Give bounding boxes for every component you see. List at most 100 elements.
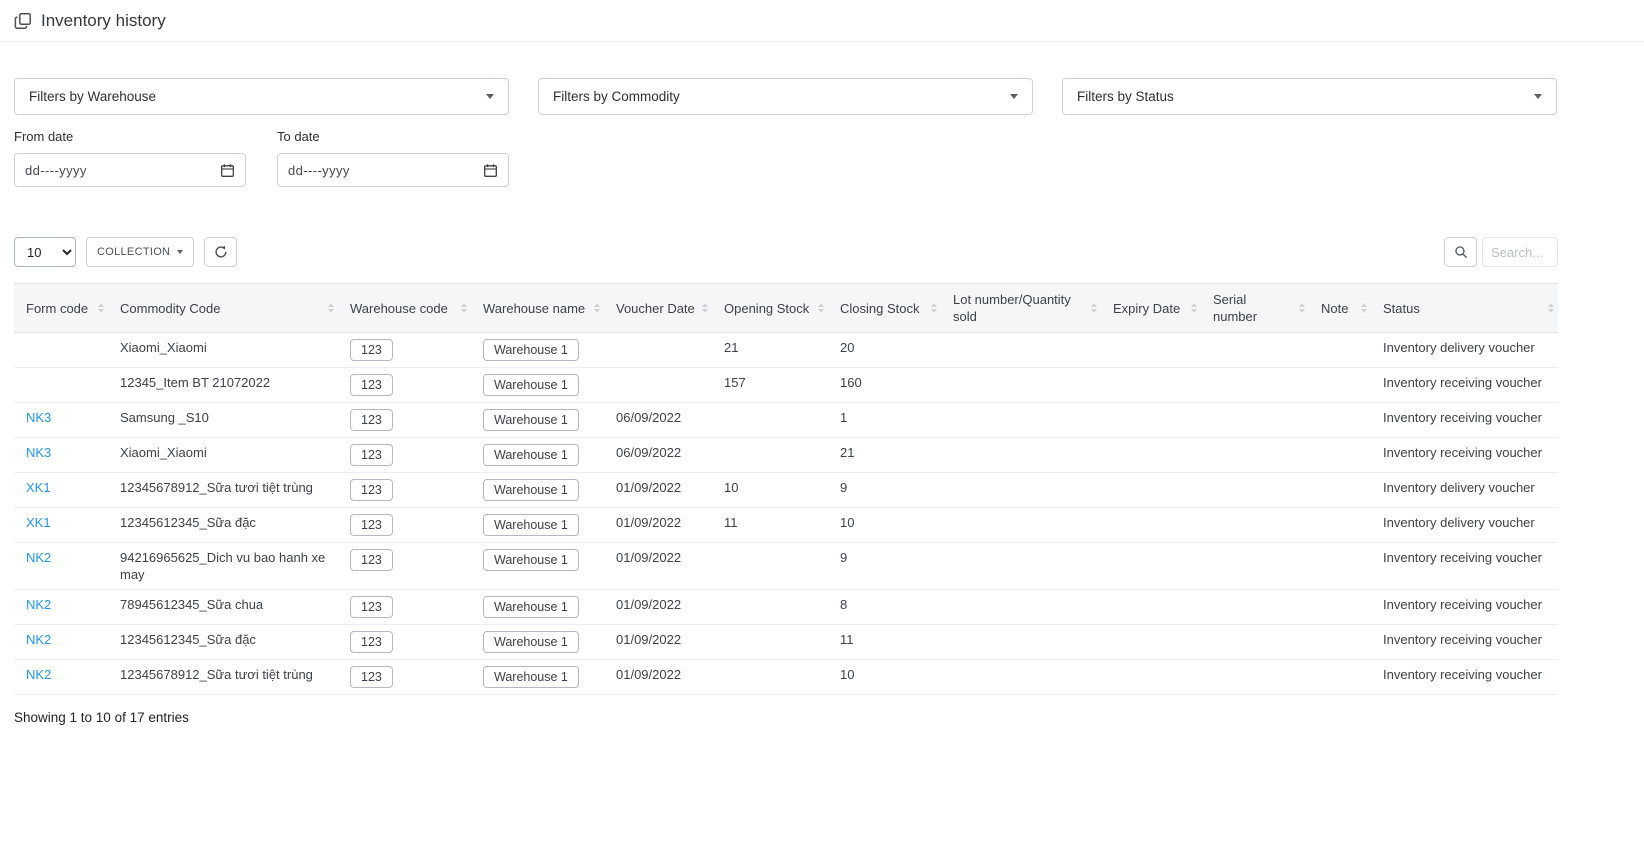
warehouse-name-button[interactable]: Warehouse 1 <box>483 374 579 396</box>
closing-stock-cell: 9 <box>828 472 941 508</box>
commodity-code-cell: 12345678912_Sữa tươi tiệt trùng <box>108 472 338 508</box>
search-input[interactable] <box>1482 237 1558 267</box>
warehouse-code-button[interactable]: 123 <box>350 479 393 501</box>
header-lot-number[interactable]: Lot number/Quantity sold <box>941 283 1101 333</box>
serial-number-cell <box>1201 659 1309 695</box>
warehouse-name-cell: Warehouse 1 <box>471 589 604 625</box>
header-label: Form code <box>26 300 89 316</box>
warehouse-code-button[interactable]: 123 <box>350 409 393 431</box>
header-form-code[interactable]: Form code <box>14 283 108 333</box>
note-cell <box>1309 589 1371 625</box>
expiry-date-cell <box>1101 472 1201 508</box>
header-opening-stock[interactable]: Opening Stock <box>712 283 828 333</box>
form-code-link[interactable]: NK3 <box>26 410 51 425</box>
form-code-cell: NK3 <box>14 437 108 473</box>
chevron-down-icon <box>1534 94 1542 99</box>
table-row: NK2 12345612345_Sữa đặc 123 Warehouse 1 … <box>14 624 1558 660</box>
expiry-date-cell <box>1101 402 1201 438</box>
lot-number-cell <box>941 472 1101 508</box>
header-warehouse-code[interactable]: Warehouse code <box>338 283 471 333</box>
status-cell: Inventory receiving voucher <box>1371 402 1558 438</box>
status-filter-select[interactable]: Filters by Status <box>1062 78 1557 115</box>
sort-arrows-icon <box>818 303 824 313</box>
warehouse-code-button[interactable]: 123 <box>350 596 393 618</box>
commodity-code-cell: 12345612345_Sữa đặc <box>108 507 338 543</box>
voucher-date-cell: 06/09/2022 <box>604 402 712 438</box>
lot-number-cell <box>941 659 1101 695</box>
page-size-select[interactable]: 10 <box>14 237 76 267</box>
calendar-icon[interactable] <box>220 163 235 178</box>
warehouse-name-cell: Warehouse 1 <box>471 472 604 508</box>
commodity-filter-select[interactable]: Filters by Commodity <box>538 78 1033 115</box>
warehouse-name-button[interactable]: Warehouse 1 <box>483 514 579 536</box>
note-cell <box>1309 659 1371 695</box>
warehouse-name-button[interactable]: Warehouse 1 <box>483 596 579 618</box>
header-expiry-date[interactable]: Expiry Date <box>1101 283 1201 333</box>
warehouse-code-button[interactable]: 123 <box>350 631 393 653</box>
header-label: Commodity Code <box>120 300 221 316</box>
commodity-code-cell: Samsung _S10 <box>108 402 338 438</box>
opening-stock-cell <box>712 624 828 660</box>
from-date-input[interactable]: dd----yyyy <box>14 153 246 187</box>
opening-stock-cell: 11 <box>712 507 828 543</box>
voucher-date-cell: 06/09/2022 <box>604 437 712 473</box>
voucher-date-cell: 01/09/2022 <box>604 589 712 625</box>
table-row: NK3 Samsung _S10 123 Warehouse 1 06/09/2… <box>14 402 1558 438</box>
form-code-link[interactable]: XK1 <box>26 480 51 495</box>
header-voucher-date[interactable]: Voucher Date <box>604 283 712 333</box>
warehouse-code-button[interactable]: 123 <box>350 666 393 688</box>
opening-stock-cell <box>712 402 828 438</box>
header-closing-stock[interactable]: Closing Stock <box>828 283 941 333</box>
form-code-link[interactable]: XK1 <box>26 515 51 530</box>
sort-arrows-icon <box>702 303 708 313</box>
header-note[interactable]: Note <box>1309 283 1371 333</box>
warehouse-name-button[interactable]: Warehouse 1 <box>483 444 579 466</box>
warehouse-code-cell: 123 <box>338 507 471 543</box>
lot-number-cell <box>941 542 1101 590</box>
form-code-link[interactable]: NK2 <box>26 550 51 565</box>
form-code-link[interactable]: NK2 <box>26 667 51 682</box>
header-status[interactable]: Status <box>1371 283 1558 333</box>
warehouse-code-button[interactable]: 123 <box>350 374 393 396</box>
form-code-cell: NK2 <box>14 624 108 660</box>
serial-number-cell <box>1201 624 1309 660</box>
voucher-date-cell: 01/09/2022 <box>604 472 712 508</box>
header-serial-number[interactable]: Serial number <box>1201 283 1309 333</box>
from-date-placeholder: dd----yyyy <box>25 162 87 178</box>
voucher-date-cell <box>604 367 712 403</box>
warehouse-code-cell: 123 <box>338 332 471 368</box>
closing-stock-cell: 11 <box>828 624 941 660</box>
lot-number-cell <box>941 437 1101 473</box>
form-code-link[interactable]: NK2 <box>26 597 51 612</box>
warehouse-code-button[interactable]: 123 <box>350 339 393 361</box>
warehouse-code-button[interactable]: 123 <box>350 549 393 571</box>
warehouse-code-button[interactable]: 123 <box>350 444 393 466</box>
header-commodity-code[interactable]: Commodity Code <box>108 283 338 333</box>
warehouse-name-button[interactable]: Warehouse 1 <box>483 479 579 501</box>
warehouse-name-button[interactable]: Warehouse 1 <box>483 339 579 361</box>
chevron-down-icon <box>486 94 494 99</box>
status-cell: Inventory receiving voucher <box>1371 659 1558 695</box>
search-button[interactable] <box>1444 237 1477 267</box>
collection-button[interactable]: COLLECTION <box>86 237 195 267</box>
warehouse-name-button[interactable]: Warehouse 1 <box>483 549 579 571</box>
form-code-link[interactable]: NK2 <box>26 632 51 647</box>
warehouse-name-button[interactable]: Warehouse 1 <box>483 631 579 653</box>
calendar-icon[interactable] <box>483 163 498 178</box>
warehouse-name-button[interactable]: Warehouse 1 <box>483 409 579 431</box>
status-cell: Inventory receiving voucher <box>1371 542 1558 590</box>
sort-arrows-icon <box>1299 303 1305 313</box>
to-date-input[interactable]: dd----yyyy <box>277 153 509 187</box>
header-label: Serial number <box>1213 292 1258 324</box>
warehouse-name-button[interactable]: Warehouse 1 <box>483 666 579 688</box>
header-warehouse-name[interactable]: Warehouse name <box>471 283 604 333</box>
to-date-group: To date dd----yyyy <box>277 129 509 187</box>
form-code-link[interactable]: NK3 <box>26 445 51 460</box>
warehouse-code-button[interactable]: 123 <box>350 514 393 536</box>
sort-arrows-icon <box>1091 303 1097 313</box>
opening-stock-cell <box>712 659 828 695</box>
closing-stock-cell: 160 <box>828 367 941 403</box>
commodity-code-cell: 12345678912_Sữa tươi tiệt trùng <box>108 659 338 695</box>
refresh-button[interactable] <box>204 237 238 267</box>
warehouse-filter-select[interactable]: Filters by Warehouse <box>14 78 509 115</box>
